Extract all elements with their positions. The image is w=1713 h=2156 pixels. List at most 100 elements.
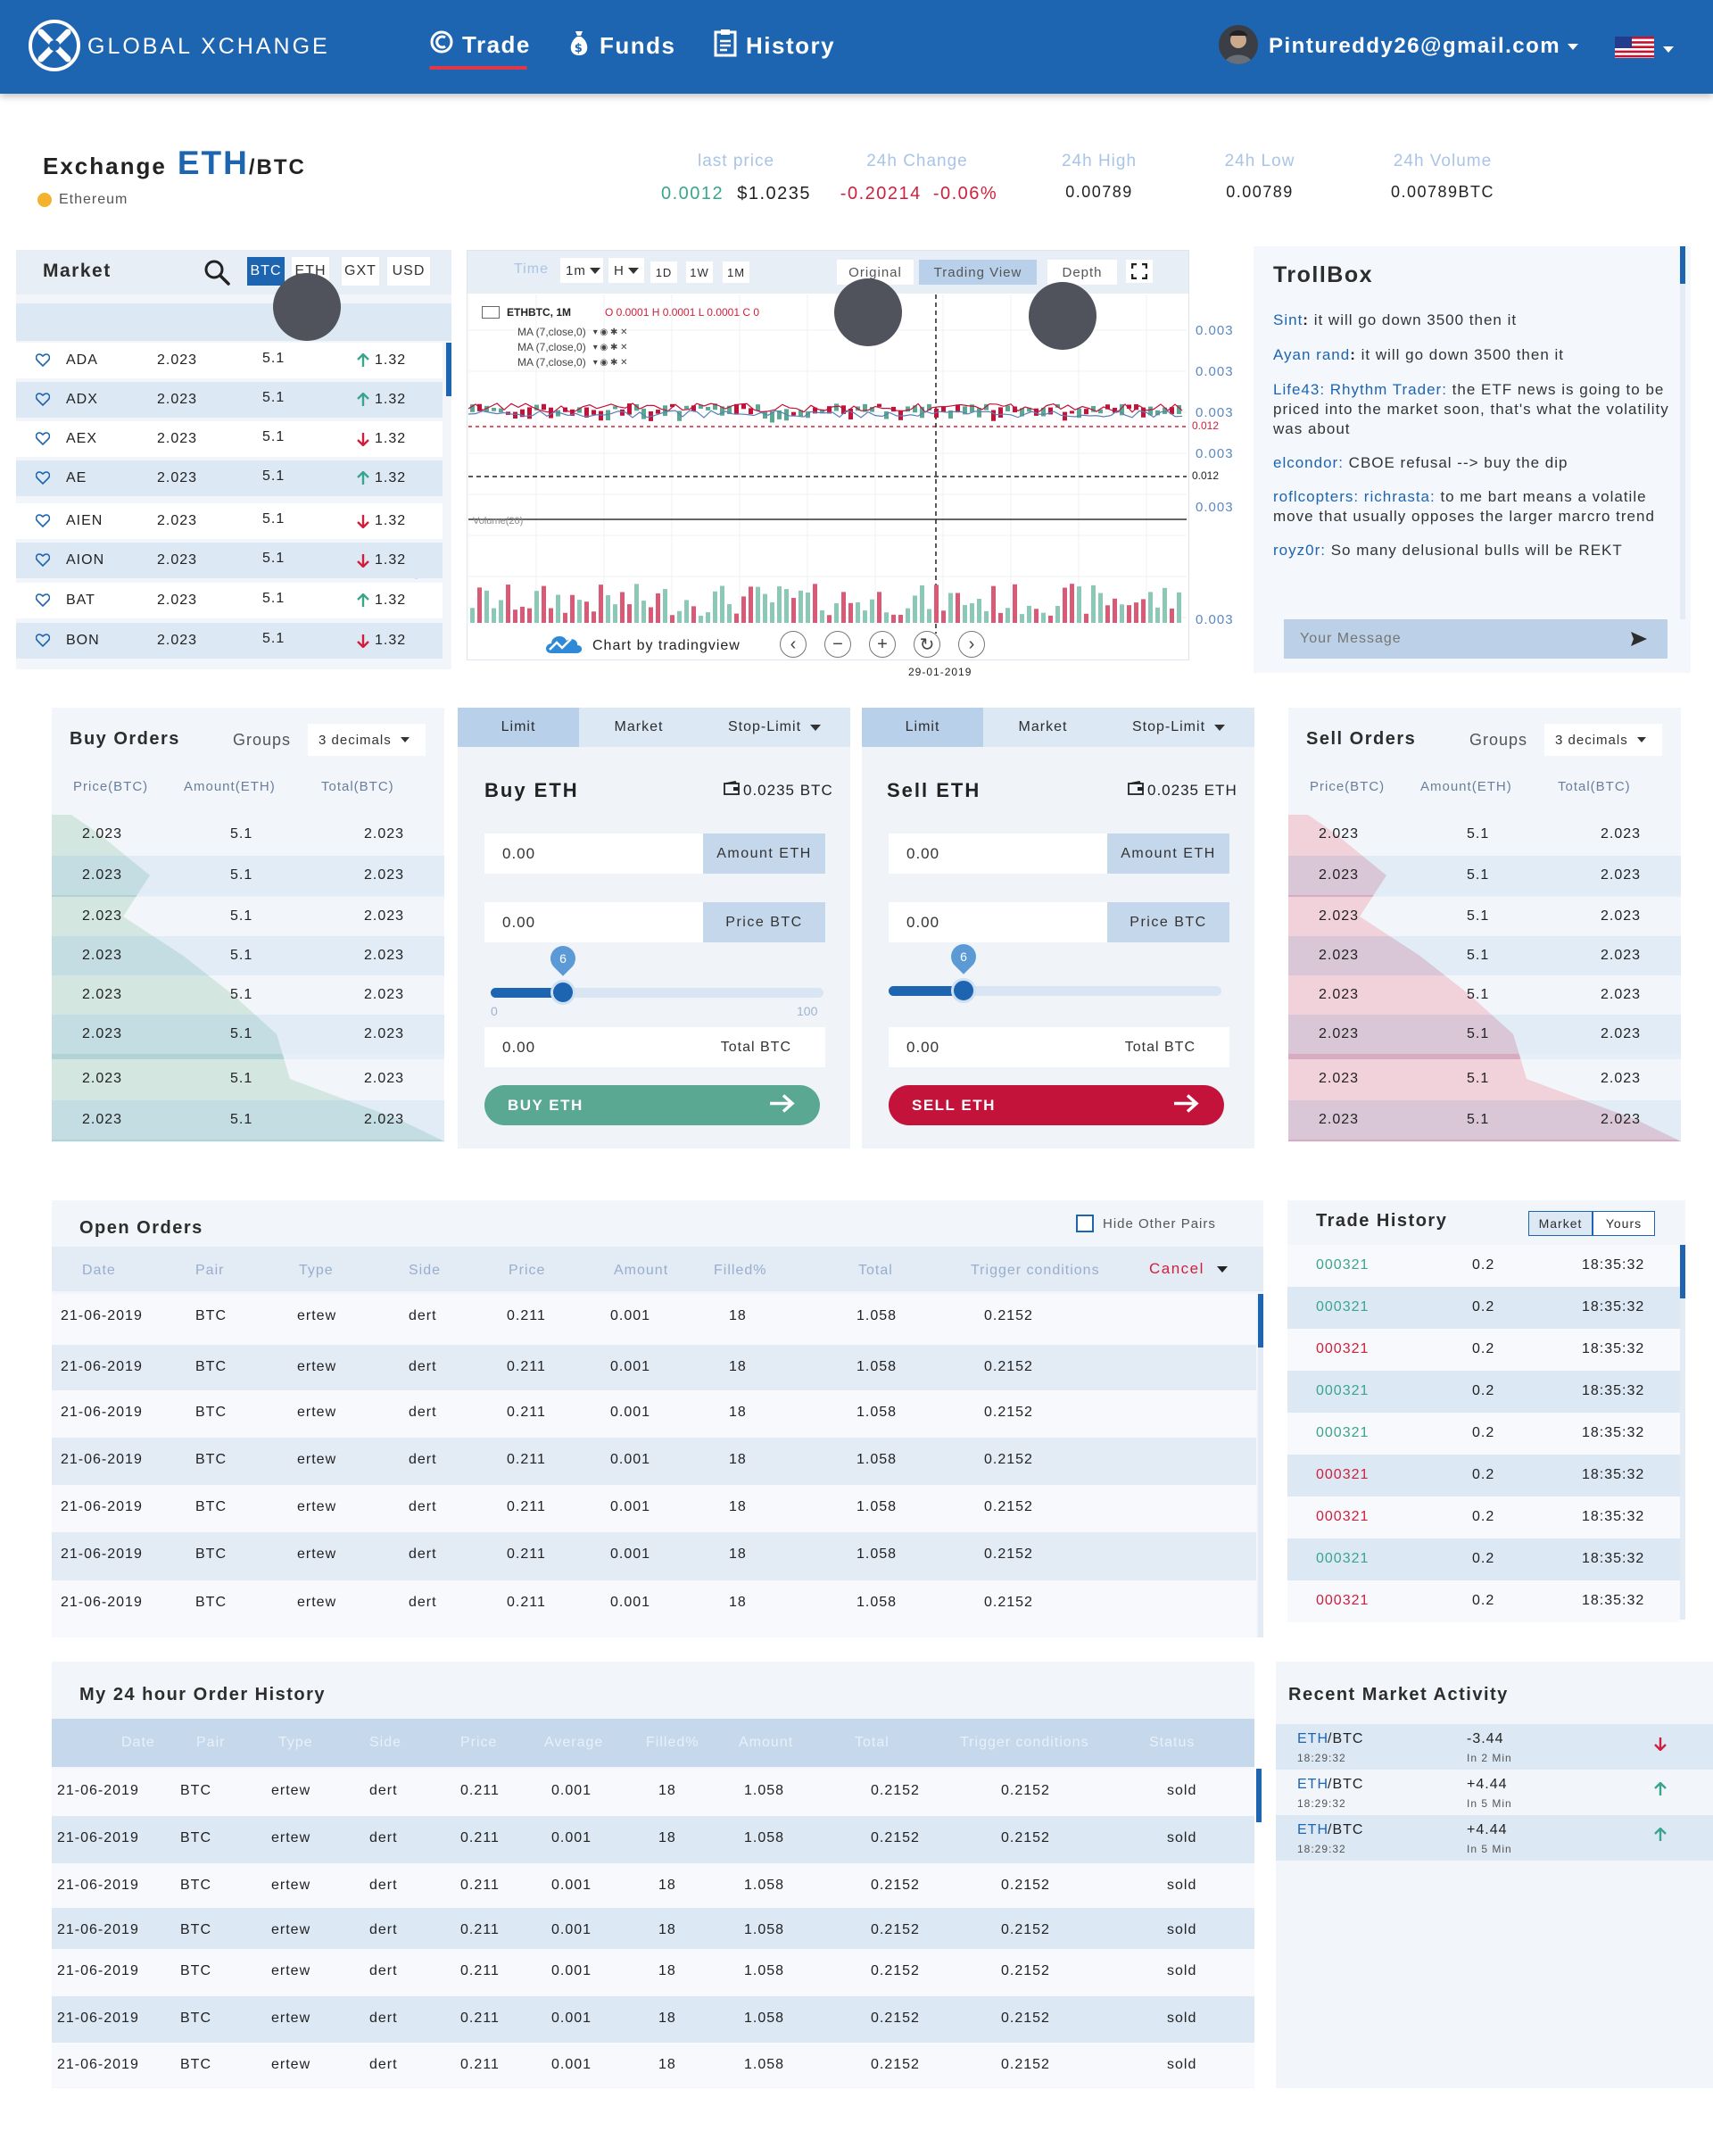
- buy-order-row[interactable]: 2.023 5.1 2.023: [52, 856, 444, 895]
- open-order-row[interactable]: 21-06-2019 BTC ertew dert 0.211 0.001 18 1.058 0…: [52, 1532, 1256, 1580]
- zoom-in-icon[interactable]: +: [869, 631, 896, 658]
- market-activity-row[interactable]: ETH/BTC 18:29:32 -3.44 In 2 Min: [1276, 1724, 1713, 1770]
- chat-username[interactable]: Sint: [1273, 311, 1303, 328]
- trade-history-scrollbar[interactable]: [1680, 1245, 1685, 1298]
- range-1m[interactable]: 1M: [723, 261, 749, 283]
- market-activity-row[interactable]: ETH/BTC 18:29:32 +4.44 In 5 Min: [1276, 1770, 1713, 1815]
- buy-slider-handle[interactable]: [550, 980, 575, 1005]
- market-row[interactable]: AIEN 2.023 5.1 1.32: [16, 503, 443, 539]
- trade-history-row[interactable]: 000321 0.2 18:35:32: [1287, 1580, 1680, 1622]
- sell-price-input[interactable]: 0.00: [889, 902, 1107, 942]
- market-row[interactable]: AION 2.023 5.1 1.32: [16, 543, 443, 578]
- view-depth[interactable]: Depth: [1047, 260, 1117, 285]
- sell-order-row[interactable]: 2.023 5.1 2.023: [1288, 936, 1681, 975]
- range-1w[interactable]: 1W: [686, 261, 713, 283]
- heart-icon[interactable]: [35, 353, 51, 371]
- search-icon[interactable]: [203, 259, 230, 290]
- market-row[interactable]: ADX 2.023 5.1 1.32: [16, 382, 443, 418]
- market-row[interactable]: ADA 2.023 5.1 1.32: [16, 343, 443, 378]
- chat-username[interactable]: roflcopters: richrasta:: [1273, 488, 1436, 505]
- trade-history-row[interactable]: 000321 0.2 18:35:32: [1287, 1538, 1680, 1580]
- trade-history-row[interactable]: 000321 0.2 18:35:32: [1287, 1287, 1680, 1329]
- sell-order-row[interactable]: 2.023 5.1 2.023: [1288, 815, 1681, 854]
- hide-other-pairs-checkbox[interactable]: [1076, 1215, 1094, 1232]
- buy-order-row[interactable]: 2.023 5.1 2.023: [52, 1100, 444, 1140]
- open-order-row[interactable]: 21-06-2019 BTC ertew dert 0.211 0.001 18 1.058 0…: [52, 1580, 1256, 1638]
- chart-credit[interactable]: Chart by tradingview: [544, 632, 741, 659]
- language-selector[interactable]: [1615, 37, 1674, 62]
- buy-order-row[interactable]: 2.023 5.1 2.023: [52, 897, 444, 936]
- nav-history[interactable]: History: [714, 29, 835, 63]
- view-trading-view[interactable]: Trading View: [919, 260, 1037, 285]
- market-tab-gxt[interactable]: GXT: [342, 257, 379, 286]
- buy-price-input[interactable]: 0.00: [484, 902, 703, 942]
- sell-form-tab-limit[interactable]: Limit: [862, 708, 983, 747]
- trollbox-scrollbar[interactable]: [1680, 246, 1685, 284]
- heart-icon[interactable]: [35, 634, 51, 651]
- trade-history-tab-market[interactable]: Market: [1528, 1211, 1593, 1236]
- chat-username[interactable]: elcondor:: [1273, 454, 1344, 471]
- avatar[interactable]: [1219, 25, 1258, 64]
- buy-amount-input[interactable]: 0.00: [484, 833, 703, 874]
- open-order-row[interactable]: 21-06-2019 BTC ertew dert 0.211 0.001 18 1.058 0…: [52, 1294, 1256, 1345]
- trade-history-row[interactable]: 000321 0.2 18:35:32: [1287, 1329, 1680, 1371]
- market-tab-btc[interactable]: BTC: [247, 257, 285, 286]
- buy-form-tab-stop-limit[interactable]: Stop-Limit: [699, 708, 850, 747]
- open-orders-scrollbar[interactable]: [1258, 1294, 1263, 1348]
- chat-username[interactable]: Life43: Rhythm Trader:: [1273, 381, 1447, 398]
- global-xchange-logo-icon[interactable]: [29, 20, 80, 71]
- reset-icon[interactable]: ↻: [914, 631, 940, 658]
- market-row[interactable]: AEX 2.023 5.1 1.32: [16, 421, 443, 457]
- heart-icon[interactable]: [35, 393, 51, 410]
- trade-history-row[interactable]: 000321 0.2 18:35:32: [1287, 1497, 1680, 1538]
- buy-eth-button[interactable]: BUY ETH: [484, 1085, 820, 1125]
- buy-order-row[interactable]: 2.023 5.1 2.023: [52, 1059, 444, 1099]
- order-history-scrollbar[interactable]: [1256, 1769, 1262, 1822]
- open-order-row[interactable]: 21-06-2019 BTC ertew dert 0.211 0.001 18 1.058 0…: [52, 1438, 1256, 1485]
- message-input[interactable]: [1284, 619, 1605, 659]
- order-history-row[interactable]: 21-06-2019 BTC ertew dert 0.211 0.001 18 1.058 0…: [52, 1769, 1254, 1816]
- heart-icon[interactable]: [35, 593, 51, 611]
- sell-form-tab-market[interactable]: Market: [983, 708, 1103, 747]
- open-order-row[interactable]: 21-06-2019 BTC ertew dert 0.211 0.001 18 1.058 0…: [52, 1485, 1256, 1532]
- buy-order-row[interactable]: 2.023 5.1 2.023: [52, 975, 444, 1015]
- trade-history-tab-yours[interactable]: Yours: [1593, 1211, 1655, 1236]
- sell-order-row[interactable]: 2.023 5.1 2.023: [1288, 1059, 1681, 1099]
- market-activity-row[interactable]: ETH/BTC 18:29:32 +4.44 In 5 Min: [1276, 1815, 1713, 1861]
- chevron-right-icon[interactable]: ›: [958, 631, 985, 658]
- trade-history-row[interactable]: 000321 0.2 18:35:32: [1287, 1455, 1680, 1497]
- order-history-row[interactable]: 21-06-2019 BTC ertew dert 0.211 0.001 18 1.058 0…: [52, 2043, 1254, 2087]
- trade-history-scroll-track[interactable]: [1680, 1245, 1685, 1620]
- range-1d[interactable]: 1D: [650, 261, 677, 283]
- market-tab-usd[interactable]: USD: [387, 257, 430, 286]
- open-order-row[interactable]: 21-06-2019 BTC ertew dert 0.211 0.001 18 1.058 0…: [52, 1345, 1256, 1390]
- message-input-box[interactable]: [1284, 619, 1667, 659]
- send-icon[interactable]: [1630, 630, 1648, 652]
- order-history-row[interactable]: 21-06-2019 BTC ertew dert 0.211 0.001 18 1.058 0…: [52, 1863, 1254, 1908]
- order-history-row[interactable]: 21-06-2019 BTC ertew dert 0.211 0.001 18 1.058 0…: [52, 1816, 1254, 1863]
- sell-eth-button[interactable]: SELL ETH: [889, 1085, 1224, 1125]
- buy-decimals-select[interactable]: 3 decimals: [308, 724, 426, 756]
- chevron-left-icon[interactable]: ‹: [780, 631, 807, 658]
- order-history-row[interactable]: 21-06-2019 BTC ertew dert 0.211 0.001 18 1.058 0…: [52, 1908, 1254, 1949]
- buy-order-row[interactable]: 2.023 5.1 2.023: [52, 936, 444, 975]
- market-row[interactable]: AE 2.023 5.1 1.32: [16, 460, 443, 496]
- sell-order-row[interactable]: 2.023 5.1 2.023: [1288, 975, 1681, 1015]
- sell-total-input[interactable]: 0.00 Total BTC: [889, 1027, 1229, 1067]
- cancel-all-dropdown[interactable]: Cancel: [1149, 1260, 1228, 1278]
- user-menu[interactable]: Pintureddy26@gmail.com: [1269, 34, 1579, 59]
- interval-select[interactable]: 1m: [560, 258, 603, 283]
- heart-icon[interactable]: [35, 514, 51, 532]
- order-history-row[interactable]: 21-06-2019 BTC ertew dert 0.211 0.001 18 1.058 0…: [52, 1996, 1254, 2043]
- trade-history-row[interactable]: 000321 0.2 18:35:32: [1287, 1371, 1680, 1413]
- order-history-row[interactable]: 21-06-2019 BTC ertew dert 0.211 0.001 18 1.058 0…: [52, 1949, 1254, 1996]
- collapse-legend-icon[interactable]: [482, 306, 500, 319]
- sell-order-row[interactable]: 2.023 5.1 2.023: [1288, 897, 1681, 936]
- chat-username[interactable]: Ayan rand: [1273, 346, 1350, 363]
- heart-icon[interactable]: [35, 553, 51, 571]
- buy-total-input[interactable]: 0.00 Total BTC: [484, 1027, 825, 1067]
- sell-order-row[interactable]: 2.023 5.1 2.023: [1288, 1015, 1681, 1054]
- heart-icon[interactable]: [35, 471, 51, 489]
- market-scrollbar[interactable]: [446, 343, 451, 396]
- trade-history-row[interactable]: 000321 0.2 18:35:32: [1287, 1245, 1680, 1287]
